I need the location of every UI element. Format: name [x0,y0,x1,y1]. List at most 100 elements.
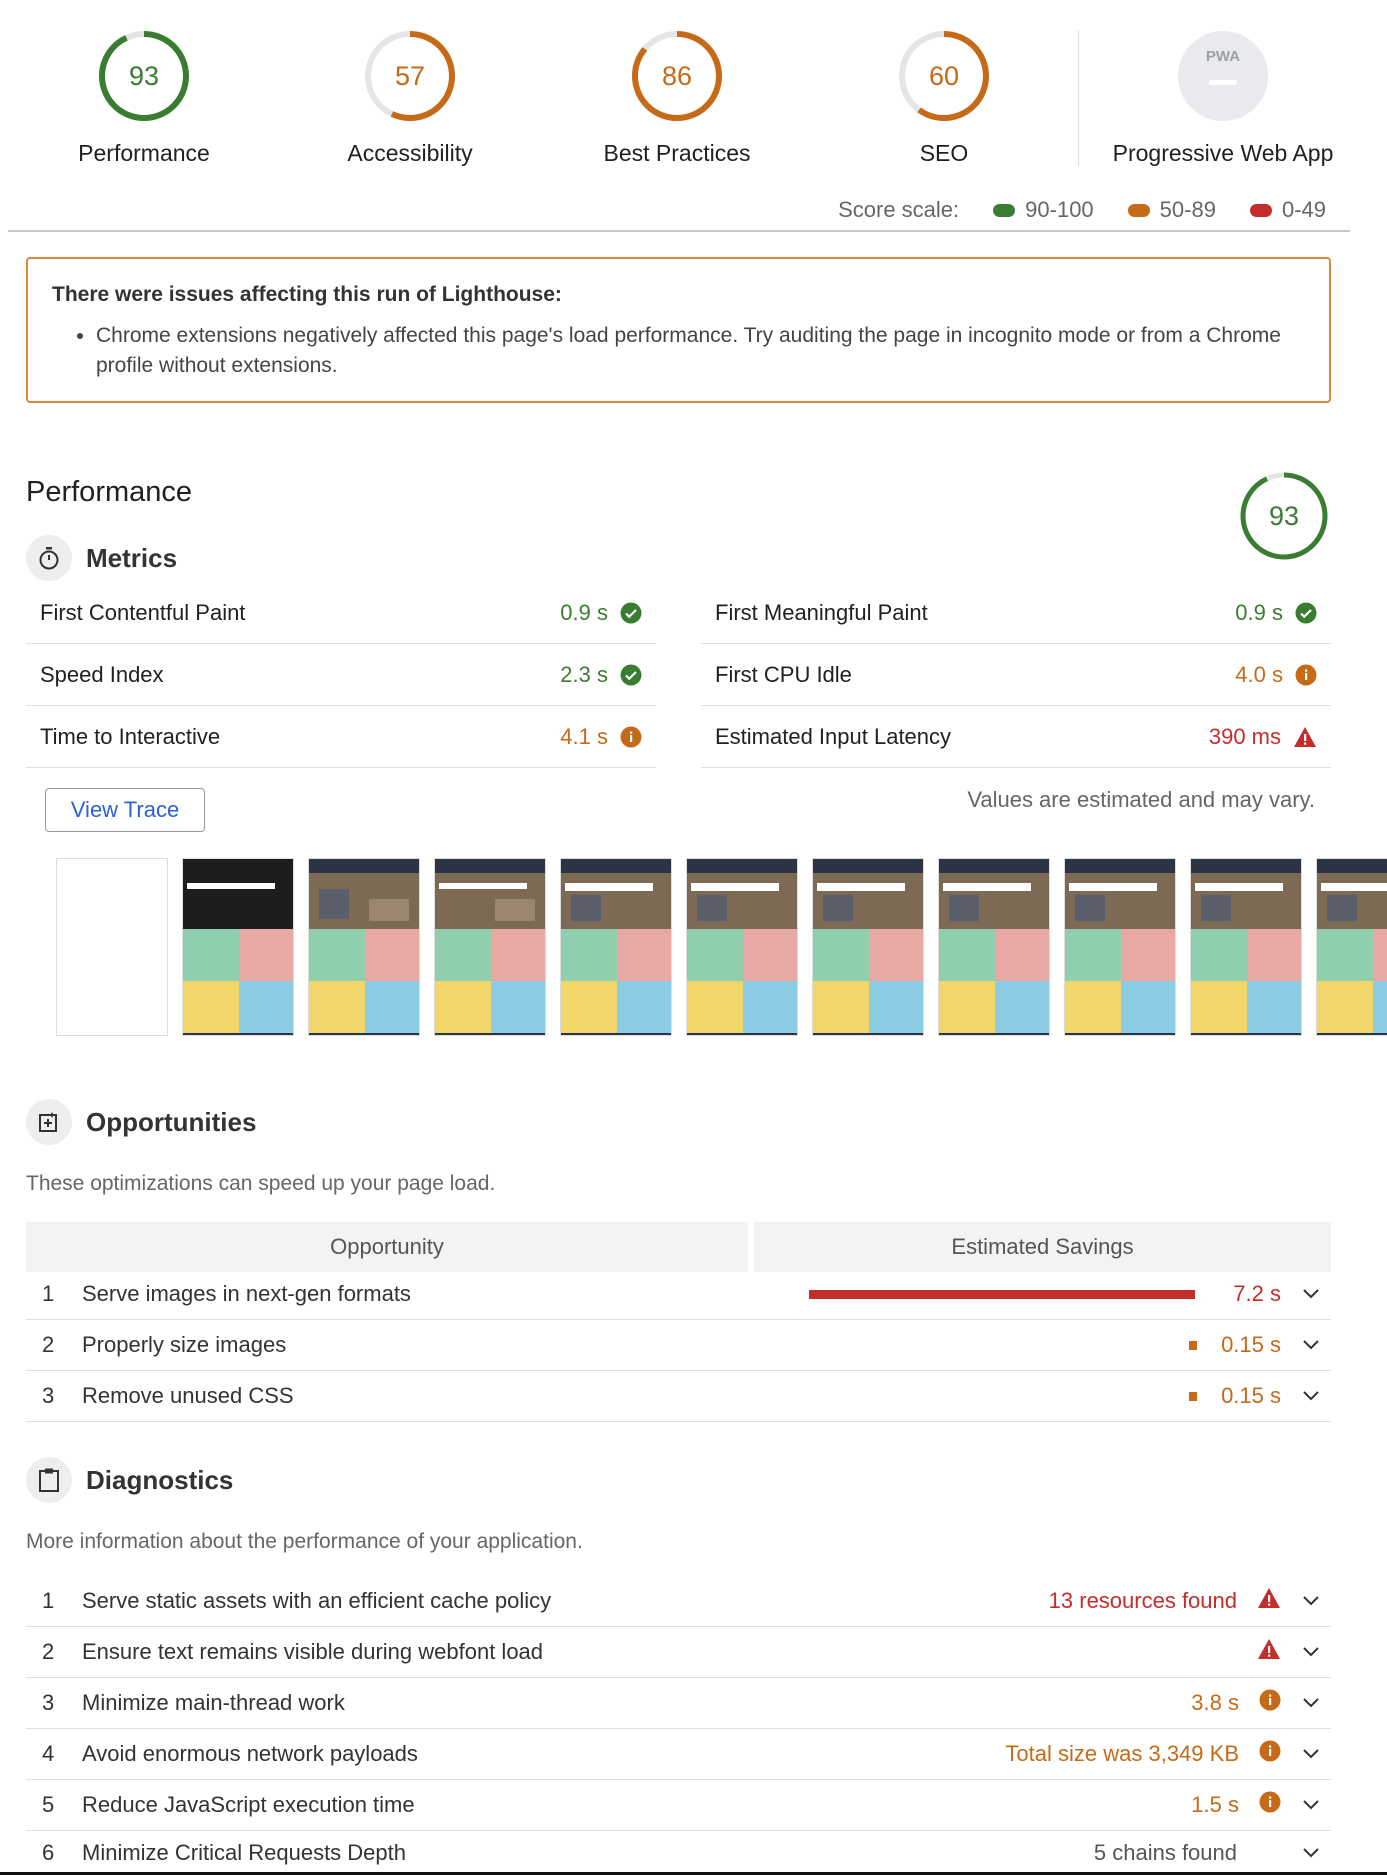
metric-value: 4.0 s [1235,661,1283,687]
warning-title: There were issues affecting this run of … [52,283,562,306]
scale-item-average: 50-89 [1127,197,1216,223]
column-opportunity: Opportunity [26,1222,748,1272]
metric-speed-index: Speed Index 2.3 s [26,644,656,706]
svg-text:PWA: PWA [1206,48,1240,65]
opportunities-header: Opportunities [26,1099,256,1145]
opportunities-table-header: Opportunity Estimated Savings [26,1222,1331,1272]
divider [1078,30,1079,166]
diagnostic-title: Avoid enormous network payloads [82,1741,418,1766]
average-info-icon [1259,1791,1281,1819]
diagnostic-value: Total size was 3,349 KB [1005,1741,1239,1766]
average-info-icon [1295,664,1317,685]
chevron-down-icon[interactable] [1291,1390,1331,1402]
average-pill-icon [1127,203,1150,217]
svg-text:93: 93 [129,61,159,91]
gauge-ring: 57 [365,31,455,121]
score-scale-label: Score scale: [838,197,960,222]
diagnostic-row[interactable]: 6 Minimize Critical Requests Depth 5 cha… [26,1831,1331,1875]
chevron-down-icon[interactable] [1291,1847,1331,1859]
filmstrip-frame-blank [56,858,168,1036]
metric-value: 0.9 s [560,599,608,625]
filmstrip-frame [560,858,672,1036]
pass-check-icon [1295,602,1317,623]
metric-first-contentful-paint: First Contentful Paint 0.9 s [26,582,656,644]
filmstrip-frame [686,858,798,1036]
view-trace-button[interactable]: View Trace [45,788,205,832]
performance-title: Performance [26,476,193,508]
diagnostic-row[interactable]: 5 Reduce JavaScript execution time 1.5 s [26,1780,1331,1831]
diagnostics-header: Diagnostics [26,1457,233,1503]
svg-text:86: 86 [662,61,692,91]
svg-text:60: 60 [929,61,959,91]
opportunity-title: Properly size images [82,1332,287,1357]
gauge-performance[interactable]: 93 Performance [44,28,244,167]
gauge-ring: 60 [899,31,989,121]
diagnostic-value: 3.8 s [1191,1690,1239,1715]
diagnostic-title: Reduce JavaScript execution time [82,1792,415,1817]
metric-value: 4.1 s [560,723,608,749]
gauge-best-practices[interactable]: 86 Best Practices [577,28,777,167]
gauge-ring: 86 [632,31,722,121]
average-info-icon [1259,1689,1281,1717]
average-info-icon [620,726,642,747]
opportunity-icon [26,1099,72,1145]
opportunity-row[interactable]: 3 Remove unused CSS 0.15 s [26,1371,1331,1422]
chevron-down-icon[interactable] [1291,1339,1331,1351]
metric-name: Estimated Input Latency [715,723,952,749]
metric-name: Speed Index [40,661,164,687]
diagnostic-row[interactable]: 4 Avoid enormous network payloads Total … [26,1729,1331,1780]
gauge-label: Progressive Web App [1112,140,1334,166]
chevron-down-icon[interactable] [1291,1646,1331,1658]
metric-value: 390 ms [1208,723,1281,749]
diagnostic-value: 13 resources found [1048,1588,1237,1613]
opportunity-row[interactable]: 1 Serve images in next-gen formats 7.2 s [26,1269,1331,1320]
savings-value: 0.15 s [1221,1383,1281,1408]
metrics-note: Values are estimated and may vary. [967,787,1315,812]
scale-item-pass: 90-100 [993,197,1094,223]
pwa-badge-icon: PWA [1178,31,1268,121]
metric-first-meaningful-paint: First Meaningful Paint 0.9 s [701,582,1331,644]
metric-first-cpu-idle: First CPU Idle 4.0 s [701,644,1331,706]
filmstrip [56,858,1387,1036]
gauge-accessibility[interactable]: 57 Accessibility [310,28,510,167]
clipboard-icon [26,1457,72,1503]
diagnostic-title: Minimize main-thread work [82,1690,345,1715]
diagnostic-row[interactable]: 3 Minimize main-thread work 3.8 s [26,1678,1331,1729]
opportunity-title: Serve images in next-gen formats [82,1281,411,1306]
metrics-header: Metrics [26,535,177,581]
metric-name: Time to Interactive [40,723,221,749]
filmstrip-frame [182,858,294,1036]
diagnostic-value: 5 chains found [1093,1840,1237,1865]
stopwatch-icon [26,535,72,581]
metric-value: 0.9 s [1235,599,1283,625]
diagnostic-row[interactable]: 2 Ensure text remains visible during web… [26,1627,1331,1678]
gauge-pwa[interactable]: PWA Progressive Web App [1083,28,1363,167]
score-summary: 93 Performance 57 Accessibility 86 Best … [8,0,1350,232]
opportunity-row[interactable]: 2 Properly size images 0.15 s [26,1320,1331,1371]
chevron-down-icon[interactable] [1291,1595,1331,1607]
svg-text:57: 57 [395,61,425,91]
pass-check-icon [620,602,642,623]
savings-bar [1189,1391,1198,1401]
pass-check-icon [620,664,642,685]
pass-pill-icon [993,203,1016,217]
fail-warning-icon [1294,726,1316,747]
diagnostics-description: More information about the performance o… [26,1530,583,1553]
gauge-label: Best Practices [603,140,751,166]
fail-warning-icon [1257,1638,1281,1666]
gauge-label: Accessibility [347,140,473,166]
gauge-seo[interactable]: 60 SEO [844,28,1044,167]
diagnostic-row[interactable]: 1 Serve static assets with an efficient … [26,1576,1331,1627]
chevron-down-icon[interactable] [1291,1748,1331,1760]
savings-value: 0.15 s [1221,1332,1281,1357]
warning-list: Chrome extensions negatively affected th… [96,321,1305,381]
filmstrip-frame [1064,858,1176,1036]
warning-item: Chrome extensions negatively affected th… [96,321,1305,381]
average-info-icon [1259,1740,1281,1768]
gauge-ring: 93 [1240,472,1328,560]
chevron-down-icon[interactable] [1291,1799,1331,1811]
metrics-title: Metrics [86,542,178,573]
performance-gauge: 93 [1238,470,1330,567]
chevron-down-icon[interactable] [1291,1288,1331,1300]
chevron-down-icon[interactable] [1291,1697,1331,1709]
